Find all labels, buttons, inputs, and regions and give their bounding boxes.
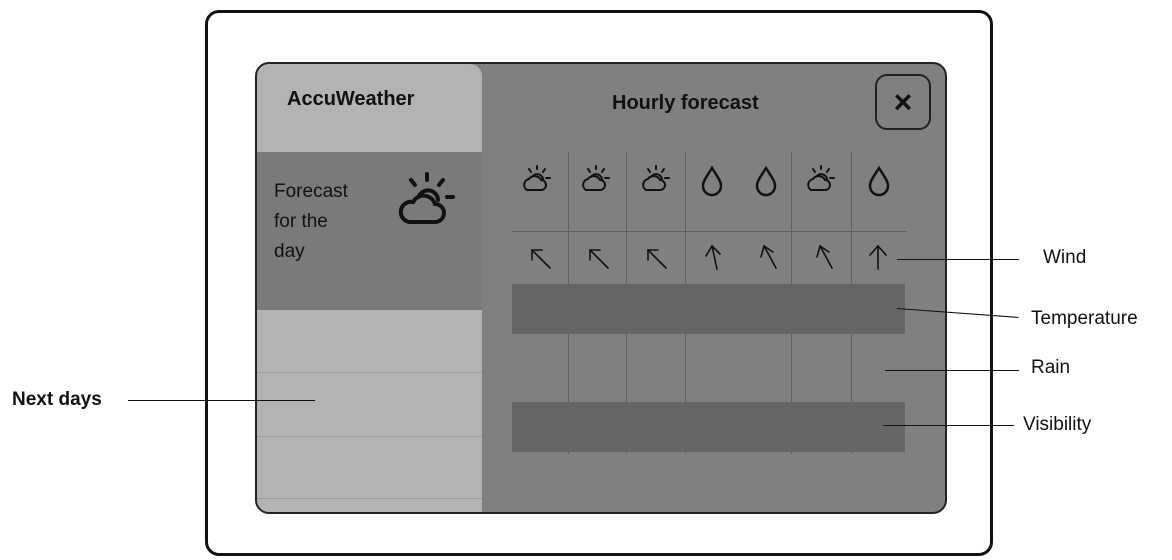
app-title: AccuWeather: [287, 88, 415, 110]
list-divider: [257, 436, 482, 437]
next-days-list[interactable]: [257, 310, 482, 512]
partly-cloudy-icon: [807, 165, 835, 191]
partly-cloudy-icon: [642, 165, 670, 191]
hourly-forecast-grid: [512, 152, 907, 454]
arrow-north-west-icon: [816, 245, 833, 269]
arrow-north-icon: [869, 245, 887, 270]
partly-cloudy-icon: [582, 165, 610, 191]
rain-callout-line: [885, 370, 1019, 371]
visibility-band: [512, 402, 905, 452]
next-days-callout-line: [128, 400, 315, 401]
list-divider: [257, 372, 482, 373]
weather-app-screen: AccuWeather Forecast for the day Hourly …: [255, 62, 947, 514]
visibility-callout-line: [883, 425, 1014, 426]
arrow-north-west-icon: [589, 249, 609, 269]
app-tab[interactable]: AccuWeather: [257, 64, 482, 152]
arrow-north-west-icon: [647, 249, 667, 269]
forecast-for-the-day-label: Forecast for the day: [274, 181, 348, 262]
partly-cloudy-icon: [398, 172, 455, 224]
rain-callout-label: Rain: [1031, 357, 1071, 378]
arrow-north-icon: [705, 245, 721, 270]
arrow-north-west-icon: [531, 249, 551, 269]
temperature-callout-label: Temperature: [1031, 308, 1138, 329]
partly-cloudy-icon: [523, 165, 551, 191]
temperature-band: [512, 284, 905, 334]
rain-drop-icon: [701, 165, 723, 197]
hourly-forecast-title: Hourly forecast: [612, 92, 759, 114]
wind-callout-label: Wind: [1043, 247, 1087, 268]
close-button[interactable]: ×: [875, 74, 931, 130]
left-column: AccuWeather Forecast for the day: [257, 64, 482, 512]
list-divider: [257, 498, 482, 499]
next-days-callout-label: Next days: [12, 389, 102, 410]
row-divider: [512, 231, 907, 232]
forecast-for-the-day-card[interactable]: Forecast for the day: [257, 152, 482, 310]
visibility-callout-label: Visibility: [1023, 414, 1092, 435]
rain-drop-icon: [868, 165, 890, 197]
rain-drop-icon: [755, 165, 777, 197]
wind-callout-line: [897, 259, 1019, 260]
arrow-north-west-icon: [760, 245, 777, 269]
